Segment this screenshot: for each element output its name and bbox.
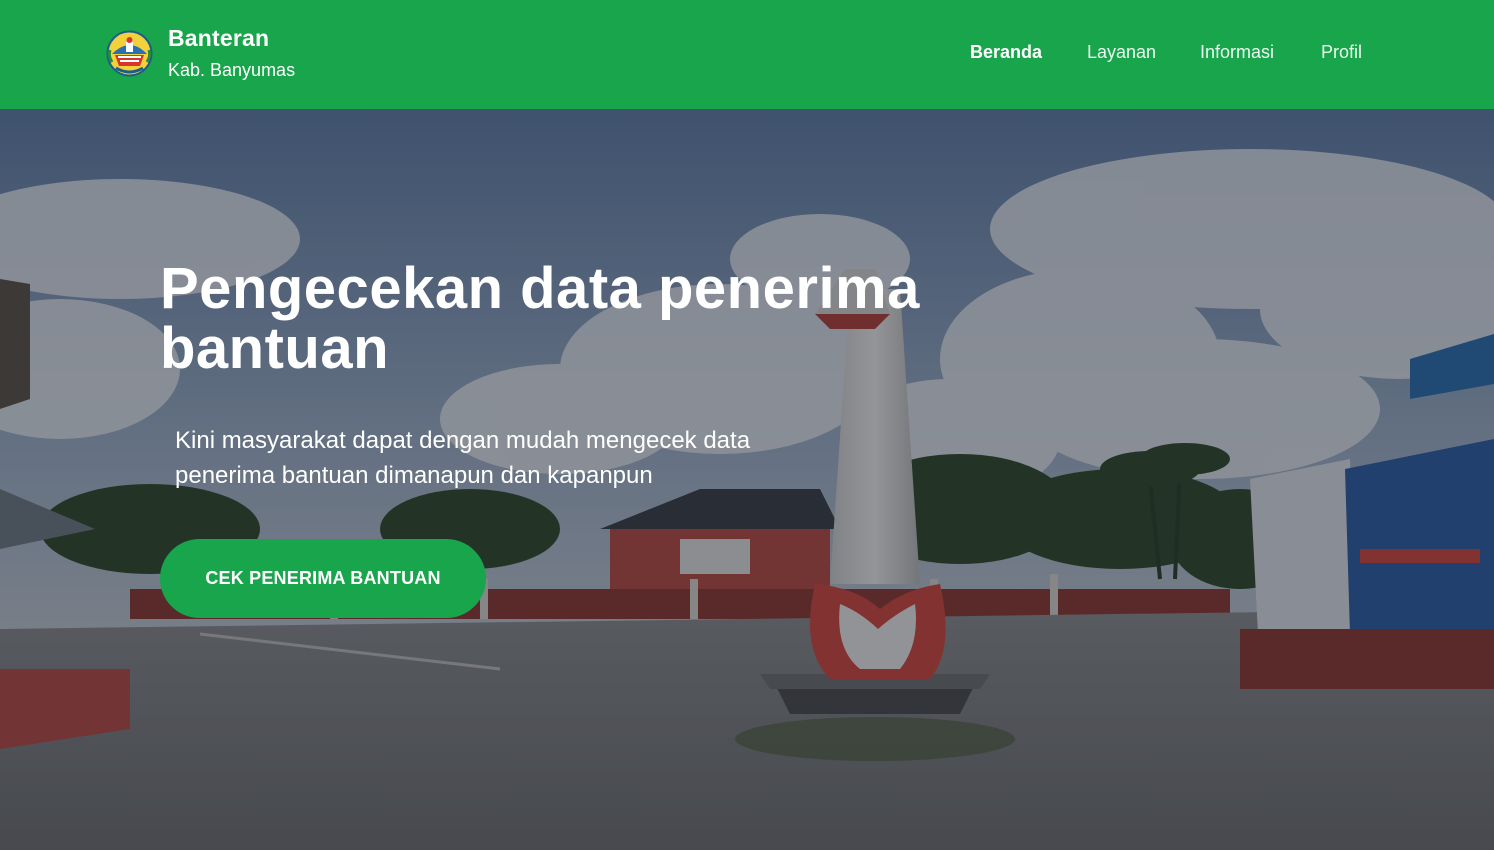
nav-item-informasi[interactable]: Informasi [1200, 42, 1274, 63]
nav-item-profil[interactable]: Profil [1321, 42, 1362, 63]
hero-description: Kini masyarakat dapat dengan mudah menge… [175, 427, 751, 489]
nav-item-layanan[interactable]: Layanan [1087, 42, 1156, 63]
hero-section: Pengecekan data penerima bantuan Kini ma… [0, 109, 1494, 850]
brand-subtitle: Kab. Banyumas [168, 60, 296, 80]
banyumas-logo-icon[interactable] [106, 30, 153, 77]
cek-penerima-bantuan-button[interactable]: CEK PENERIMA BANTUAN [160, 539, 486, 618]
brand-title[interactable]: Banteran [168, 25, 269, 52]
nav-item-beranda[interactable]: Beranda [970, 42, 1042, 63]
hero-title: Pengecekan data penerima bantuan [160, 256, 920, 381]
site-header: Banteran Kab. Banyumas Beranda Layanan I… [0, 0, 1494, 109]
